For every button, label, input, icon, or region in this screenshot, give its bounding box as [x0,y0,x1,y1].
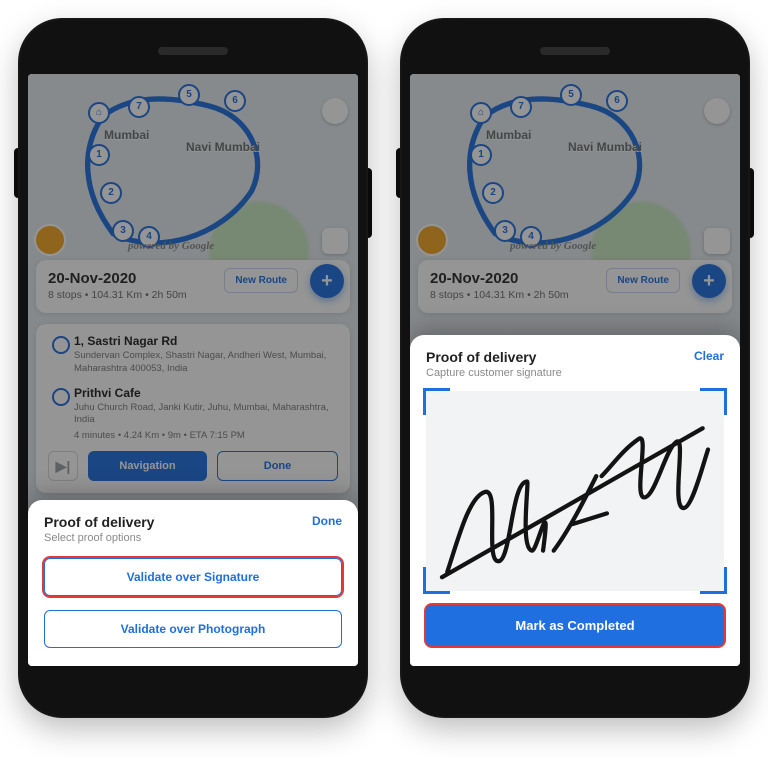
screen-left: ⌂ 7 5 6 1 2 4 3 Mumbai Navi Mumbai power… [28,74,358,666]
phone-frame-right: ⌂ 7 5 6 1 2 4 3 Mumbai Navi Mumbai power… [400,18,750,718]
bezel-top [28,28,358,74]
phone-frame-left: ⌂ 7 5 6 1 2 4 3 Mumbai Navi Mumbai power… [18,18,368,718]
signature-pad[interactable] [426,391,724,591]
mark-completed-button[interactable]: Mark as Completed [426,605,724,646]
proof-options-sheet: Proof of delivery Select proof options D… [28,500,358,666]
signature-stroke [426,391,724,604]
sheet-title: Proof of delivery [44,514,342,530]
sheet-title: Proof of delivery [426,349,724,365]
signature-sheet: Proof of delivery Capture customer signa… [410,335,740,666]
validate-photograph-option[interactable]: Validate over Photograph [44,610,342,648]
sheet-subtitle: Select proof options [44,532,342,544]
screen-right: ⌂ 7 5 6 1 2 4 3 Mumbai Navi Mumbai power… [410,74,740,666]
sheet-done-link[interactable]: Done [312,514,342,528]
clear-signature-link[interactable]: Clear [694,349,724,363]
bezel-top [410,28,740,74]
sheet-subtitle: Capture customer signature [426,367,724,379]
validate-signature-option[interactable]: Validate over Signature [44,558,342,596]
